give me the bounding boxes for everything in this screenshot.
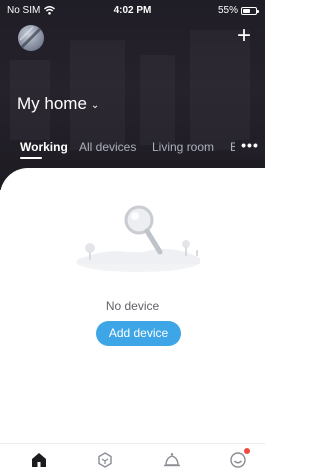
home-icon [32, 453, 46, 467]
battery-percent: 55% [217, 5, 238, 16]
avatar-image [19, 26, 42, 49]
tab-label: All devices [79, 140, 137, 154]
room-tabs: Working All devices Living room B [20, 140, 265, 162]
home-selector[interactable]: My home ⌄ [17, 94, 99, 114]
status-right: 55% [217, 5, 259, 16]
tab-all-devices[interactable]: All devices [79, 140, 136, 154]
tab-home[interactable] [29, 450, 49, 470]
magnifier-illustration [76, 205, 200, 272]
battery-icon [241, 6, 259, 15]
cube-icon [98, 452, 112, 468]
user-avatar[interactable] [18, 25, 44, 51]
add-button[interactable]: + [231, 24, 257, 50]
tab-scene[interactable] [162, 450, 182, 470]
home-name: My home [17, 94, 87, 113]
more-icon: ••• [241, 137, 259, 153]
more-tabs-button[interactable]: ••• [235, 137, 265, 156]
bottom-tab-bar [0, 443, 265, 475]
tab-active-indicator [20, 157, 42, 159]
tab-label: Working [20, 140, 68, 154]
tab-working[interactable]: Working [20, 140, 68, 159]
empty-state-message: No device [105, 299, 160, 313]
bell-icon [164, 453, 180, 467]
tab-me[interactable] [228, 448, 250, 470]
tab-living-room[interactable]: Living room [152, 140, 214, 154]
battery-nub [257, 9, 259, 13]
tab-label: Living room [152, 140, 215, 154]
chevron-down-icon: ⌄ [90, 100, 100, 111]
status-bar: No SIM 4:02 PM 55% [0, 0, 265, 20]
tab-smart[interactable] [95, 450, 115, 470]
battery-level [243, 8, 250, 13]
plus-icon: + [236, 22, 251, 49]
add-device-button[interactable]: Add device [96, 321, 181, 346]
notification-badge [244, 448, 250, 454]
